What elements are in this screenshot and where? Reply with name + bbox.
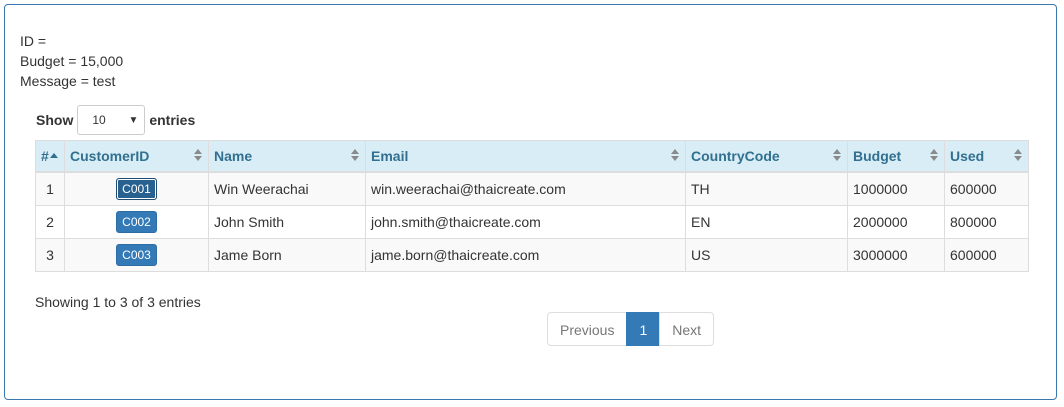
- cell-name: John Smith: [208, 205, 366, 239]
- cell-email: john.smith@thaicreate.com: [365, 205, 686, 239]
- sort-asc-icon: [49, 153, 58, 158]
- customer-id-button[interactable]: C002: [116, 211, 157, 233]
- cell-country: TH: [685, 171, 848, 206]
- cell-budget: 1000000: [847, 171, 945, 206]
- cell-used: 600000: [944, 238, 1029, 272]
- column-header-email[interactable]: Email: [365, 140, 686, 173]
- sort-both-icon: [351, 149, 359, 163]
- message-line: Message = test: [20, 73, 116, 89]
- cell-budget: 3000000: [847, 238, 945, 272]
- sort-both-icon: [1014, 149, 1022, 163]
- column-header-num[interactable]: #: [35, 140, 65, 173]
- show-label: Show: [36, 112, 74, 128]
- pagination: Previous 1 Next: [547, 312, 715, 346]
- cell-num: 3: [35, 238, 65, 272]
- page-length-control: Show 10 ▼ entries: [36, 105, 195, 135]
- table-info: Showing 1 to 3 of 3 entries: [35, 294, 201, 310]
- column-header-name[interactable]: Name: [208, 140, 366, 173]
- cell-country: EN: [685, 205, 848, 239]
- cell-email: win.weerachai@thaicreate.com: [365, 171, 686, 206]
- column-header-budget[interactable]: Budget: [847, 140, 945, 173]
- table-row: 1 C001 Win Weerachai win.weerachai@thaic…: [35, 171, 1029, 206]
- column-header-countrycode[interactable]: CountryCode: [685, 140, 848, 173]
- table-row: 3 C003 Jame Born jame.born@thaicreate.co…: [35, 238, 1029, 272]
- cell-email: jame.born@thaicreate.com: [365, 238, 686, 272]
- table-header-row: # CustomerID Name Email CountryCode Budg…: [35, 140, 1029, 173]
- cell-num: 1: [35, 171, 65, 206]
- caret-down-icon: ▼: [128, 114, 139, 126]
- table-row: 2 C002 John Smith john.smith@thaicreate.…: [35, 205, 1029, 239]
- entries-select-value: 10: [92, 113, 106, 127]
- sort-both-icon: [930, 149, 938, 163]
- cell-num: 2: [35, 205, 65, 239]
- cell-budget: 2000000: [847, 205, 945, 239]
- request-info: ID = Budget = 15,000 Message = test: [20, 31, 123, 91]
- previous-button[interactable]: Previous: [547, 312, 628, 346]
- sort-both-icon: [671, 149, 679, 163]
- sort-both-icon: [833, 149, 841, 163]
- column-header-customerid[interactable]: CustomerID: [64, 140, 209, 173]
- id-line: ID =: [20, 33, 47, 49]
- cell-used: 600000: [944, 171, 1029, 206]
- column-header-used[interactable]: Used: [944, 140, 1029, 173]
- cell-used: 800000: [944, 205, 1029, 239]
- customer-id-button[interactable]: C001: [116, 178, 157, 200]
- budget-line: Budget = 15,000: [20, 53, 124, 69]
- cell-name: Win Weerachai: [208, 171, 366, 206]
- cell-name: Jame Born: [208, 238, 366, 272]
- sort-both-icon: [194, 149, 202, 163]
- customer-id-button[interactable]: C003: [116, 244, 157, 266]
- page-1-button[interactable]: 1: [626, 312, 661, 346]
- entries-select[interactable]: 10 ▼: [77, 105, 146, 135]
- customers-table: # CustomerID Name Email CountryCode Budg…: [35, 140, 1029, 272]
- entries-label: entries: [149, 112, 196, 128]
- cell-country: US: [685, 238, 848, 272]
- next-button[interactable]: Next: [659, 312, 715, 346]
